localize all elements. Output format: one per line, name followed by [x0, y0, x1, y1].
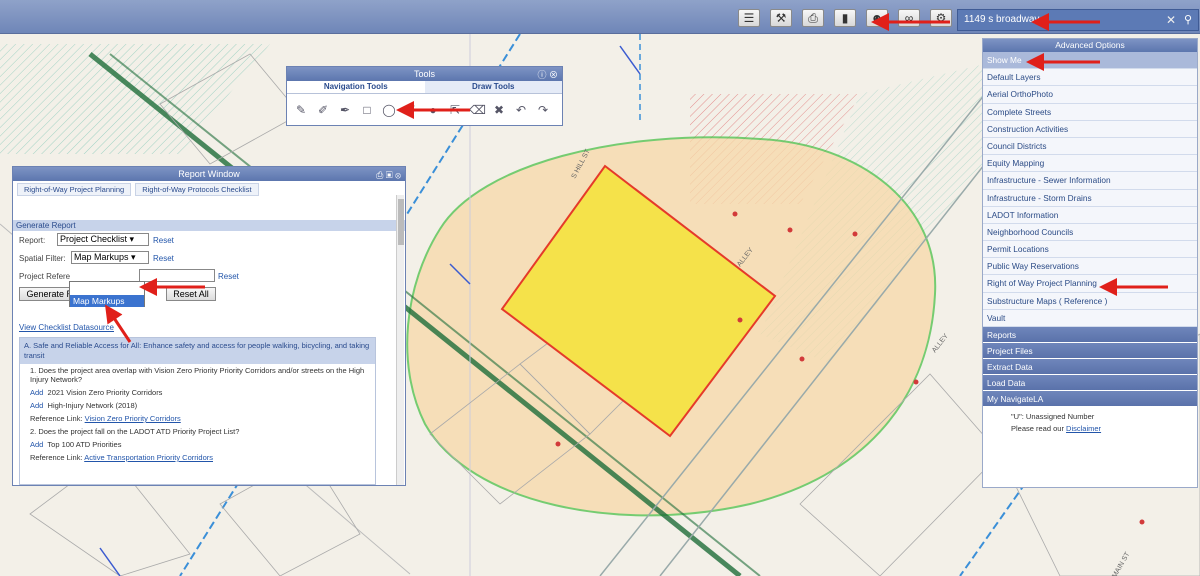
section-project-files[interactable]: Project Files	[983, 343, 1197, 359]
tab-draw-tools[interactable]: Draw Tools	[424, 81, 562, 93]
section-reports[interactable]: Reports	[983, 327, 1197, 343]
window-controls-icon[interactable]: ⎙ ▣ ⊗	[376, 168, 401, 182]
option-show-me[interactable]: Show Me	[983, 52, 1197, 70]
section-load-data[interactable]: Load Data	[983, 375, 1197, 391]
draw-line-icon[interactable]: ✎	[293, 102, 309, 118]
add-link[interactable]: Add	[30, 440, 43, 449]
section-my-navigatela[interactable]: My NavigateLA	[983, 391, 1197, 407]
option-substructure-maps[interactable]: Substructure Maps ( Reference )	[983, 292, 1197, 310]
option-sewer-information[interactable]: Infrastructure - Sewer Information	[983, 172, 1197, 190]
option-permit-locations[interactable]: Permit Locations	[983, 241, 1197, 259]
report-title-bar[interactable]: Report Window ⎙ ▣ ⊗	[13, 167, 405, 181]
spatial-filter-value: Map Markups	[74, 252, 129, 262]
window-controls-icon[interactable]: ⓘ ⊗	[537, 68, 558, 82]
question-2: 2. Does the project fall on the LADOT AT…	[30, 427, 240, 436]
draw-point-icon[interactable]: ●	[425, 102, 441, 118]
option-equity-mapping[interactable]: Equity Mapping	[983, 155, 1197, 173]
tab-navigation-tools[interactable]: Navigation Tools	[287, 81, 425, 93]
tools-icon[interactable]: ⚒	[770, 9, 792, 27]
add-link[interactable]: Add	[30, 388, 43, 397]
reference-label: Reference Link:	[30, 453, 83, 462]
project-reference-label: Project Refere	[19, 272, 71, 281]
dropdown-option-map-markups[interactable]: Map Markups	[70, 295, 144, 307]
report-select[interactable]: Project Checklist ▾	[57, 233, 149, 246]
draw-text-icon[interactable]: T	[403, 102, 419, 118]
option-council-districts[interactable]: Council Districts	[983, 137, 1197, 156]
settings-icon[interactable]: ⚙	[930, 9, 952, 27]
tab-row-protocols-checklist[interactable]: Right-of-Way Protocols Checklist	[135, 183, 259, 196]
delete-all-icon[interactable]: ✖	[491, 102, 507, 118]
user-icon[interactable]: ☻	[866, 9, 888, 27]
draw-polyline-icon[interactable]: ✐	[315, 102, 331, 118]
tools-title: Tools	[413, 69, 435, 79]
q2-item: Top 100 ATD Priorities	[47, 440, 122, 449]
disclaimer-link[interactable]: Disclaimer	[1066, 424, 1101, 433]
clear-icon[interactable]: ✕	[1166, 10, 1176, 30]
erase-icon[interactable]: ⌫	[469, 102, 486, 118]
option-ladot-information[interactable]: LADOT Information	[983, 206, 1197, 224]
spatial-filter-label: Spatial Filter:	[19, 254, 66, 263]
search-value: 1149 s broadway	[964, 14, 1040, 25]
search-icon[interactable]: ⚲	[1184, 10, 1192, 30]
reset-all-button[interactable]: Reset All	[166, 287, 216, 301]
option-vault[interactable]: Vault	[983, 309, 1197, 327]
reference-link[interactable]: Active Transportation Priority Corridors	[84, 453, 213, 462]
report-window: Report Window ⎙ ▣ ⊗ Right-of-Way Project…	[12, 166, 406, 486]
report-label: Report:	[19, 236, 46, 245]
generate-report-header: Generate Report	[13, 220, 405, 231]
tab-row-project-planning[interactable]: Right-of-Way Project Planning	[17, 183, 132, 196]
top-toolbar: ☰ ⚒ ⎙ ▮ ☻ ∞ ⚙ 1149 s broadway ✕ ⚲	[0, 0, 1200, 34]
spatial-filter-dropdown[interactable]: Map Markups	[69, 281, 145, 307]
select-icon[interactable]: ⇱	[447, 102, 463, 118]
q1-item: 2021 Vision Zero Priority Corridors	[47, 388, 163, 397]
undo-icon[interactable]: ↶	[513, 102, 529, 118]
disclaimer-text: Please read our	[1011, 424, 1067, 433]
option-right-of-way-planning[interactable]: Right of Way Project Planning	[983, 275, 1197, 293]
option-default-layers[interactable]: Default Layers	[983, 69, 1197, 87]
search-input[interactable]: 1149 s broadway ✕ ⚲	[957, 9, 1199, 31]
spatial-reset-link[interactable]: Reset	[153, 254, 174, 263]
draw-polygon-icon[interactable]: □	[359, 102, 375, 118]
print-icon[interactable]: ⎙	[802, 9, 824, 27]
checklist-header: A. Safe and Reliable Access for All: Enh…	[20, 338, 375, 364]
draw-circle-icon[interactable]: ◯	[381, 102, 397, 118]
link-icon[interactable]: ∞	[898, 9, 920, 27]
report-title: Report Window	[178, 169, 240, 179]
redo-icon[interactable]: ↷	[535, 102, 551, 118]
project-reference-input[interactable]	[139, 269, 215, 282]
tools-title-bar[interactable]: Tools ⓘ ⊗	[287, 67, 562, 81]
reference-label: Reference Link:	[30, 414, 83, 423]
checklist-panel: A. Safe and Reliable Access for All: Enh…	[19, 337, 376, 485]
option-storm-drains[interactable]: Infrastructure - Storm Drains	[983, 189, 1197, 207]
layers-icon[interactable]: ☰	[738, 9, 760, 27]
add-link[interactable]: Add	[30, 401, 43, 410]
option-aerial-orthophoto[interactable]: Aerial OrthoPhoto	[983, 86, 1197, 104]
advanced-options-title: Advanced Options	[983, 39, 1197, 52]
option-neighborhood-councils[interactable]: Neighborhood Councils	[983, 223, 1197, 242]
section-extract-data[interactable]: Extract Data	[983, 359, 1197, 375]
unassigned-note: "U": Unassigned Number	[1011, 412, 1095, 421]
draw-freehand-icon[interactable]: ✒	[337, 102, 353, 118]
option-complete-streets[interactable]: Complete Streets	[983, 103, 1197, 121]
spatial-filter-select[interactable]: Map Markups ▾	[71, 251, 149, 264]
reference-link[interactable]: Vision Zero Priority Corridors	[85, 414, 181, 423]
option-construction-activities[interactable]: Construction Activities	[983, 120, 1197, 138]
report-scrollbar[interactable]	[396, 195, 404, 485]
advanced-options-panel: Advanced Options Show Me Default Layers …	[982, 38, 1198, 488]
report-select-value: Project Checklist	[60, 234, 128, 244]
view-checklist-link[interactable]: View Checklist Datasource	[19, 323, 114, 332]
project-reset-link[interactable]: Reset	[218, 272, 239, 281]
markup-icon[interactable]: ▮	[834, 9, 856, 27]
option-public-way-reservations[interactable]: Public Way Reservations	[983, 258, 1197, 276]
question-1: 1. Does the project area overlap with Vi…	[30, 366, 365, 384]
tools-window: Tools ⓘ ⊗ Navigation Tools Draw Tools ✎ …	[286, 66, 563, 126]
report-reset-link[interactable]: Reset	[153, 236, 174, 245]
q1-item: High-Injury Network (2018)	[47, 401, 138, 410]
